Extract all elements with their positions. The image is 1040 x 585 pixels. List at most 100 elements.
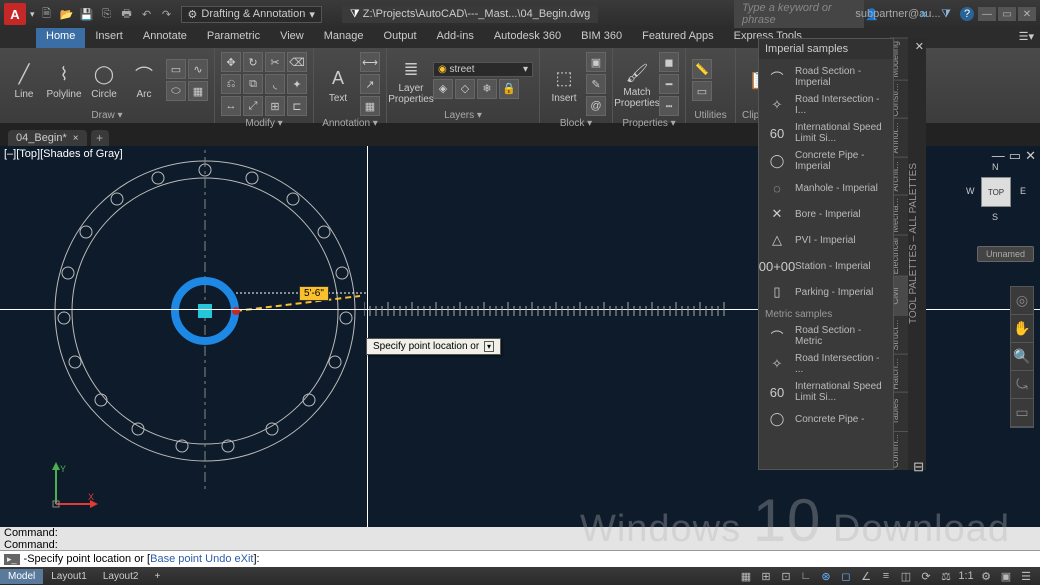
ucs-icon[interactable]: Y X [48,462,98,512]
wheel-icon[interactable]: ◎ [1011,287,1033,315]
tab-autodesk360[interactable]: Autodesk 360 [484,28,571,48]
tab-featured[interactable]: Featured Apps [632,28,724,48]
orbit-icon[interactable]: ⤿ [1011,371,1033,399]
panel-annotation-label[interactable]: Annotation ▾ [320,116,380,129]
dim-icon[interactable]: ⟷ [360,52,380,72]
osnap-icon[interactable]: ◻ [838,570,854,583]
palette-item[interactable]: ◯Concrete Pipe - [759,406,893,432]
exchange-icon[interactable]: ✕ [916,6,932,22]
otrack-icon[interactable]: ∠ [858,570,874,583]
lweight-icon[interactable]: ≡ [878,570,894,583]
close-tab-icon[interactable]: × [73,133,79,144]
array-icon[interactable]: ⊞ [265,96,285,116]
tab-insert[interactable]: Insert [85,28,133,48]
circle-button[interactable]: ◯Circle [86,61,122,100]
palette-item[interactable]: ◯Concrete Pipe - Imperial [759,147,893,175]
tab-output[interactable]: Output [374,28,427,48]
layer-combo[interactable]: ◉ street▾ [433,62,533,77]
palette-item[interactable]: ⌒Road Section - Metric [759,322,893,350]
panel-layers-label[interactable]: Layers ▾ [393,108,533,121]
tab-addins[interactable]: Add-ins [427,28,484,48]
cube-north[interactable]: N [992,162,999,172]
palette-item[interactable]: 60International Speed Limit Si... [759,119,893,147]
insert-button[interactable]: ⬚Insert [546,65,582,104]
palette-close-icon[interactable]: ✕ [915,40,924,53]
palette-item[interactable]: ✕Bore - Imperial [759,201,893,227]
customize-icon[interactable]: ☰ [1018,570,1034,583]
zoom-icon[interactable]: 🔍 [1011,343,1033,371]
layer-freeze-icon[interactable]: ❄ [477,79,497,99]
clean-icon[interactable]: ▣ [998,570,1014,583]
file-tab-active[interactable]: 04_Begin* × [8,130,87,146]
model-tab[interactable]: Model [0,569,43,584]
cube-top[interactable]: TOP [981,177,1011,207]
view-cube[interactable]: N S W E TOP [966,162,1026,222]
line-button[interactable]: ╱Line [6,61,42,100]
scale-label[interactable]: 1:1 [958,570,974,583]
showmotion-icon[interactable]: ▭ [1011,399,1033,427]
grid-icon[interactable]: ⊞ [758,570,774,583]
palette-item[interactable]: 00+00Station - Imperial [759,253,893,279]
cube-south[interactable]: S [992,212,998,222]
edit-block-icon[interactable]: ✎ [586,74,606,94]
panel-modify-label[interactable]: Modify ▾ [221,116,307,129]
pan-icon[interactable]: ✋ [1011,315,1033,343]
layout2-tab[interactable]: Layout2 [95,569,147,584]
tab-view[interactable]: View [270,28,314,48]
add-layout[interactable]: + [146,569,168,584]
copy-icon[interactable]: ⎌ [221,74,241,94]
minimize-button[interactable]: — [978,7,996,21]
saveas-icon[interactable]: ⎘ [99,6,115,22]
palette-properties-icon[interactable]: ⊟ [913,459,924,475]
hatch-icon[interactable]: ▦ [188,81,208,101]
cube-west[interactable]: W [966,186,975,196]
panel-properties-label[interactable]: Properties ▾ [619,116,679,129]
new-icon[interactable]: 🗎 [39,6,55,22]
polar-icon[interactable]: ⊛ [818,570,834,583]
undo-icon[interactable]: ↶ [139,6,155,22]
open-icon[interactable]: 📂 [59,6,75,22]
measure-icon[interactable]: 📏 [692,59,712,79]
close-button[interactable]: ✕ [1018,7,1036,21]
stretch-icon[interactable]: ↔ [221,96,241,116]
trim-icon[interactable]: ✂ [265,52,285,72]
tool-palette[interactable]: Imperial samples ⌒Road Section - Imperia… [758,38,894,470]
palette-item[interactable]: 60International Speed Limit Si... [759,378,893,406]
search-input[interactable]: Type a keyword or phrase [734,0,864,28]
panel-draw-label[interactable]: Draw ▾ [6,108,208,121]
text-button[interactable]: AText [320,65,356,104]
tab-bim360[interactable]: BIM 360 [571,28,632,48]
workspace-switcher[interactable]: ⚙ Drafting & Annotation ▾ [181,6,322,23]
maximize-button[interactable]: ▭ [998,7,1016,21]
palette-item[interactable]: ✧Road Intersection - I... [759,91,893,119]
palette-item[interactable]: ▯Parking - Imperial [759,279,893,305]
arc-button[interactable]: ⌒Arc [126,61,162,100]
app-menu-button[interactable]: A [4,3,26,25]
palette-item[interactable]: △PVI - Imperial [759,227,893,253]
create-block-icon[interactable]: ▣ [586,52,606,72]
save-icon[interactable]: 💾 [79,6,95,22]
help-icon[interactable]: ? [960,7,974,21]
scale-icon[interactable]: ⤢ [243,96,263,116]
palette-item[interactable]: ✧Road Intersection - ... [759,350,893,378]
mirror-icon[interactable]: ⧉ [243,74,263,94]
match-button[interactable]: 🖌Match Properties [619,59,655,109]
explode-icon[interactable]: ✦ [287,74,307,94]
model-icon[interactable]: ▦ [738,570,754,583]
gear-icon[interactable]: ⚙ [978,570,994,583]
ortho-icon[interactable]: ∟ [798,570,814,583]
palette-title[interactable]: TOOL PALETTES – ALL PALETTES [908,38,926,470]
command-window[interactable]: Command: Command: ▸_ -Specify point loca… [0,527,1040,567]
ellipse-icon[interactable]: ⬭ [166,81,186,101]
plot-icon[interactable]: 🖶 [119,6,135,22]
tab-manage[interactable]: Manage [314,28,374,48]
layer-props-button[interactable]: ≣Layer Properties [393,55,429,105]
palette-item[interactable]: ⌒Road Section - Imperial [759,63,893,91]
dropdown-icon[interactable]: ▾ [484,341,494,352]
layer-off-icon[interactable]: ◇ [455,79,475,99]
rect-icon[interactable]: ▭ [166,59,186,79]
layer-iso-icon[interactable]: ◈ [433,79,453,99]
ucs-name-button[interactable]: Unnamed [977,246,1034,262]
leader-icon[interactable]: ↗ [360,74,380,94]
lw-combo-icon[interactable]: ━ [659,74,679,94]
